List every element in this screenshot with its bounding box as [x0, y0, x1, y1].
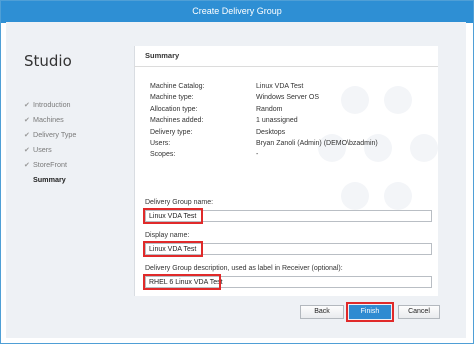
- cancel-button[interactable]: Cancel: [398, 305, 440, 319]
- summary-key: Delivery type:: [150, 128, 193, 136]
- summary-row: Allocation type: Random: [150, 104, 430, 115]
- step-users[interactable]: ✔ Users: [24, 142, 76, 157]
- display-name-label: Display name:: [145, 232, 190, 239]
- summary-row: Machines added: 1 unassigned: [150, 115, 430, 126]
- step-label: Users: [33, 145, 52, 154]
- check-icon: ✔: [24, 160, 31, 169]
- check-icon: ✔: [24, 115, 31, 124]
- summary-value: Random: [256, 105, 283, 113]
- step-machines[interactable]: ✔ Machines: [24, 112, 76, 127]
- display-name-highlight: [143, 241, 203, 257]
- summary-table: Machine Catalog: Linux VDA Test Machine t…: [150, 81, 430, 161]
- step-label: StoreFront: [33, 160, 67, 169]
- back-button[interactable]: Back: [300, 305, 344, 319]
- check-icon: ✔: [24, 145, 31, 154]
- group-name-label: Delivery Group name:: [145, 199, 214, 206]
- step-summary[interactable]: Summary: [24, 172, 76, 187]
- step-label: Introduction: [33, 100, 71, 109]
- summary-key: Machines added:: [150, 117, 204, 125]
- window-title: Create Delivery Group: [192, 6, 282, 16]
- finish-highlight: [346, 302, 394, 322]
- summary-key: Machine Catalog:: [150, 83, 205, 90]
- divider: [134, 66, 438, 67]
- summary-row: Machine Catalog: Linux VDA Test: [150, 81, 430, 92]
- step-label: Summary: [33, 175, 66, 184]
- step-delivery-type[interactable]: ✔ Delivery Type: [24, 127, 76, 142]
- description-highlight: [143, 274, 221, 290]
- summary-value: -: [256, 151, 259, 159]
- step-label: Delivery Type: [33, 130, 77, 139]
- check-icon: ✔: [24, 100, 31, 109]
- studio-title: Studio: [24, 52, 72, 70]
- summary-key: Scopes:: [150, 151, 176, 159]
- summary-key: Allocation type:: [150, 105, 198, 113]
- summary-value: Linux VDA Test: [256, 83, 304, 90]
- summary-value: Bryan Zanoli (Admin) (DEMO\bzadmin): [256, 139, 378, 147]
- summary-row: Scopes: -: [150, 149, 430, 160]
- summary-value: Windows Server OS: [256, 94, 320, 102]
- group-name-highlight: [143, 208, 203, 224]
- step-introduction[interactable]: ✔ Introduction: [24, 97, 76, 112]
- description-label: Delivery Group description, used as labe…: [145, 265, 343, 272]
- title-bar[interactable]: Create Delivery Group: [1, 1, 473, 23]
- wizard-steps: ✔ Introduction ✔ Machines ✔ Delivery Type ✔…: [24, 97, 76, 187]
- step-storefront[interactable]: ✔ StoreFront: [24, 157, 76, 172]
- summary-value: Desktops: [256, 128, 286, 136]
- summary-row: Delivery type: Desktops: [150, 127, 430, 138]
- summary-row: Machine type: Windows Server OS: [150, 92, 430, 103]
- step-label: Machines: [33, 115, 64, 124]
- summary-row: Users: Bryan Zanoli (Admin) (DEMO\bzadmin…: [150, 138, 430, 149]
- summary-key: Machine type:: [150, 94, 194, 102]
- summary-heading: Summary: [145, 51, 180, 60]
- summary-key: Users:: [150, 139, 171, 147]
- check-icon: ✔: [24, 130, 31, 139]
- summary-value: 1 unassigned: [256, 117, 298, 125]
